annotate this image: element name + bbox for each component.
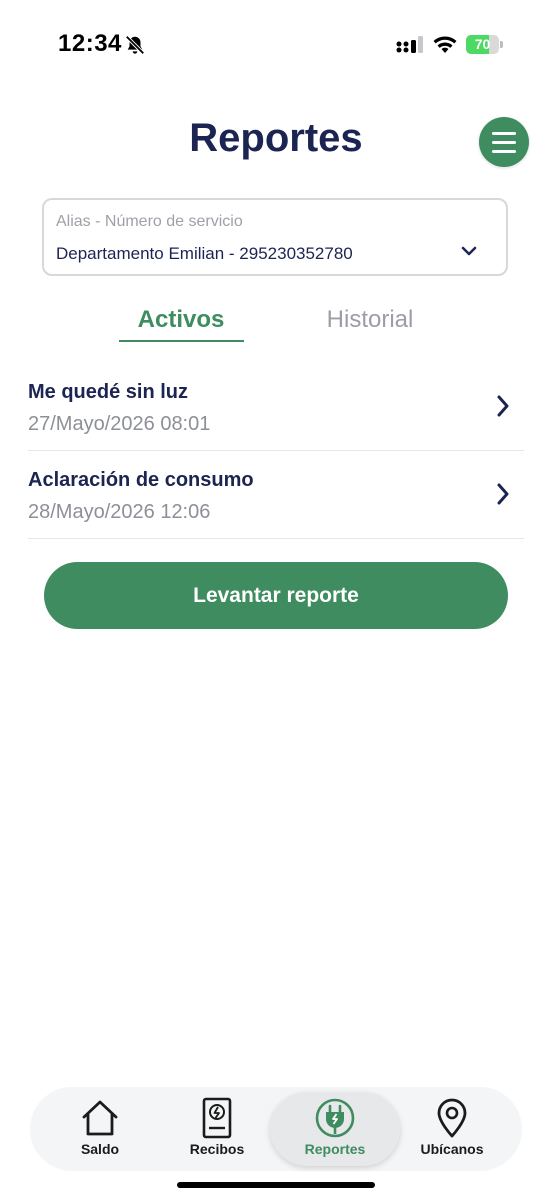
receipt-icon [202,1097,232,1139]
report-date: 28/Mayo/2026 12:06 [28,501,211,523]
service-select-value: Departamento Emilian - 295230352780 [56,244,353,263]
plug-icon [315,1098,355,1138]
page-title: Reportes [189,116,363,160]
active-tab-indicator [119,340,244,342]
hamburger-icon [492,141,516,144]
chevron-right-icon [497,395,509,417]
create-report-button[interactable]: Levantar reporte [44,562,508,629]
menu-button[interactable] [479,117,529,167]
battery-indicator: 70 [466,35,504,55]
nav-label: Ubícanos [420,1141,484,1157]
status-time: 12:34 [58,30,122,57]
service-select[interactable]: Alias - Número de servicio Departamento … [42,198,508,276]
report-title: Aclaración de consumo [28,469,254,491]
report-item[interactable]: Aclaración de consumo 28/Mayo/2026 12:06 [28,451,524,539]
nav-item-ubicanos[interactable]: Ubícanos [397,1087,507,1171]
nav-label: Saldo [80,1141,120,1157]
nav-label: Recibos [189,1141,245,1157]
tab-historial[interactable]: Historial [300,306,440,334]
cellular-signal-icon [396,36,423,53]
report-date: 27/Mayo/2026 08:01 [28,413,211,435]
report-title: Me quedé sin luz [28,381,189,403]
bell-muted-icon [125,35,145,55]
battery-percent: 70 [474,36,491,52]
service-select-label: Alias - Número de servicio [56,213,243,230]
chevron-right-icon [497,483,509,505]
nav-item-recibos[interactable]: Recibos [162,1087,272,1171]
home-icon [82,1100,118,1136]
report-item[interactable]: Me quedé sin luz 27/Mayo/2026 08:01 [28,363,524,451]
hamburger-icon [492,150,516,153]
divider [28,538,524,539]
bottom-nav: Saldo Recibos Reportes Ubícanos [30,1087,522,1171]
wifi-icon [433,36,457,53]
home-indicator [177,1182,375,1188]
nav-item-reportes[interactable]: Reportes [280,1087,390,1171]
location-pin-icon [437,1098,467,1138]
nav-label: Reportes [304,1141,366,1157]
chevron-down-icon [461,246,477,256]
tab-activos[interactable]: Activos [119,306,243,334]
hamburger-icon [492,132,516,135]
nav-item-saldo[interactable]: Saldo [45,1087,155,1171]
